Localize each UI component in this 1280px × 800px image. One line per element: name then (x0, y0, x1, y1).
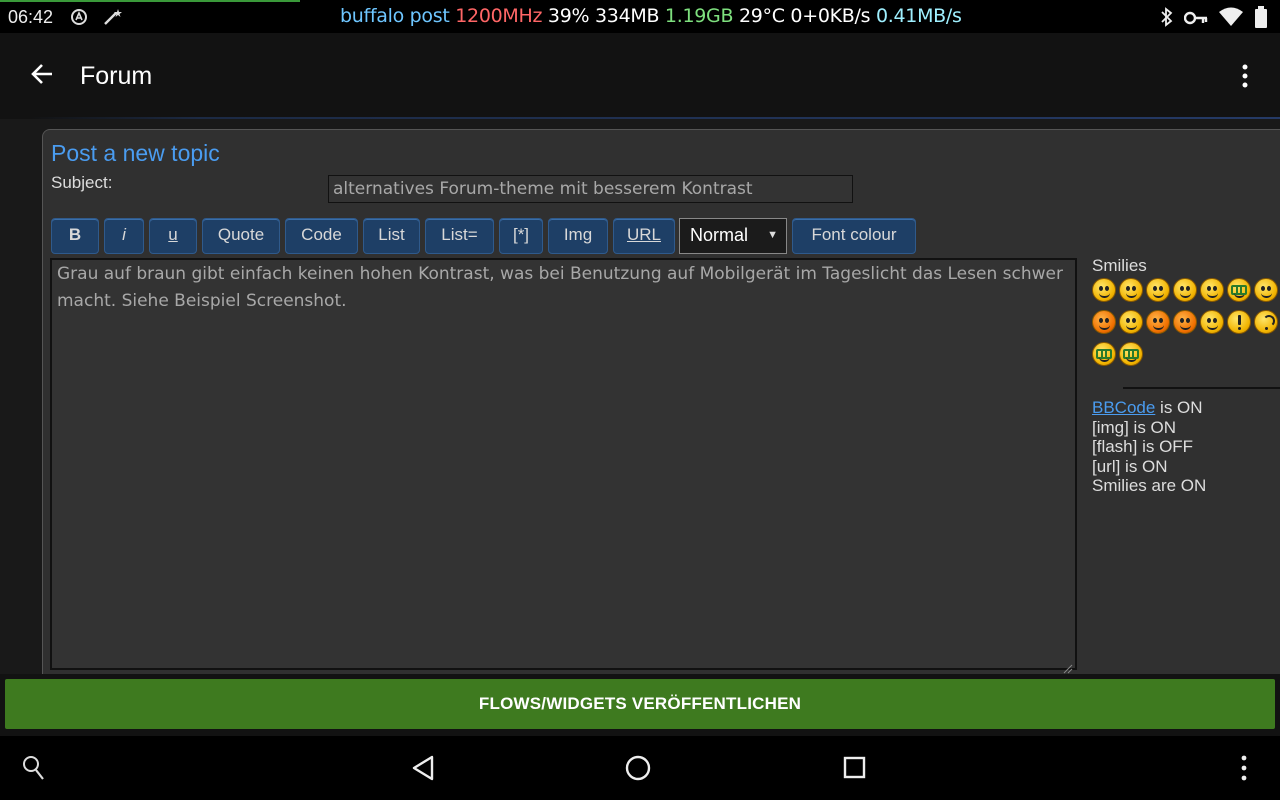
smiley-icon[interactable] (1173, 310, 1197, 334)
smilies-status: Smilies are ON (1092, 476, 1207, 495)
status-system-stats: buffalo post 1200MHz 39% 334MB 1.19GB 29… (340, 5, 962, 27)
forum-webview: Post a new topic Subject: alternatives F… (0, 119, 1280, 674)
smiley-icon[interactable] (1119, 342, 1143, 366)
battery-icon (1254, 6, 1268, 33)
search-icon[interactable] (22, 754, 46, 787)
italic-button[interactable]: i (104, 218, 144, 254)
more-vertical-icon[interactable] (1239, 754, 1249, 787)
smiley-icon[interactable] (1200, 310, 1224, 334)
list-button[interactable]: List (363, 218, 420, 254)
page-title: Forum (80, 62, 153, 90)
img-status: [img] is ON (1092, 417, 1177, 437)
status-stat: 1200MHz (449, 5, 543, 27)
status-progress-line (0, 0, 300, 2)
status-stat: 0.41MB/s (870, 5, 962, 27)
smiley-icon[interactable] (1146, 278, 1170, 302)
smiley-icon[interactable] (1227, 310, 1251, 334)
post-form-panel: Post a new topic Subject: alternatives F… (42, 129, 1280, 674)
smiley-icon[interactable] (1119, 278, 1143, 302)
resize-handle-icon[interactable] (1063, 656, 1073, 674)
wifi-icon (1218, 7, 1244, 32)
status-stat: 29°C (733, 5, 785, 27)
subject-label: Subject: (51, 173, 113, 192)
bluetooth-icon (1160, 7, 1174, 32)
app-bar: Forum (0, 33, 1280, 119)
flash-status: [flash] is OFF (1092, 437, 1194, 456)
navigation-bar (0, 736, 1280, 800)
url-status: [url] is ON (1092, 456, 1168, 476)
smiley-icon[interactable] (1092, 310, 1116, 334)
publish-button[interactable]: FLOWS/WIDGETS VERÖFFENTLICHEN (5, 679, 1275, 729)
chevron-down-icon: ▼ (767, 229, 778, 241)
list-item-button[interactable]: [*] (499, 218, 543, 254)
status-right-icons (1160, 6, 1268, 33)
magic-wand-icon (102, 8, 124, 30)
action-bar: FLOWS/WIDGETS VERÖFFENTLICHEN (0, 674, 1280, 736)
message-text: Grau auf braun gibt einfach keinen hohen… (57, 264, 1063, 311)
img-button[interactable]: Img (548, 218, 608, 254)
status-stat: 1.19GB (659, 5, 734, 27)
smiley-icon[interactable] (1200, 278, 1224, 302)
ordered-list-button[interactable]: List= (425, 218, 494, 254)
smilies-label: Smilies (1092, 256, 1147, 275)
home-circle-icon[interactable] (624, 754, 652, 787)
font-size-select[interactable]: Normal ▼ (679, 218, 787, 254)
status-stat: 334MB (589, 5, 660, 27)
status-bar: 06:42 buffalo post 1200MHz 39% 334MB 1.1… (0, 0, 1280, 33)
back-triangle-icon[interactable] (410, 754, 436, 787)
font-colour-button[interactable]: Font colour (792, 218, 916, 254)
smiley-icon[interactable] (1119, 310, 1143, 334)
url-button[interactable]: URL (613, 218, 675, 254)
app-notification-icon (70, 8, 90, 30)
bbcode-info: BBCode is ON [img] is ON [flash] is OFF … (1092, 398, 1206, 496)
smiley-icon[interactable] (1254, 310, 1278, 334)
status-stat: 0+0KB/s (784, 5, 871, 27)
bold-button[interactable]: B (51, 218, 99, 254)
status-stat: 39% (542, 5, 590, 27)
quote-button[interactable]: Quote (202, 218, 280, 254)
smiley-icon[interactable] (1227, 278, 1251, 302)
smiley-icon[interactable] (1254, 278, 1278, 302)
arrow-left-icon[interactable] (28, 59, 58, 89)
bbcode-link[interactable]: BBCode (1092, 398, 1155, 417)
smiley-icon[interactable] (1092, 278, 1116, 302)
subject-input[interactable]: alternatives Forum-theme mit besserem Ko… (328, 175, 853, 203)
smiley-icon[interactable] (1146, 310, 1170, 334)
status-time: 06:42 (8, 7, 54, 27)
status-stat: buffalo post (340, 5, 450, 27)
message-textarea[interactable]: Grau auf braun gibt einfach keinen hohen… (50, 258, 1077, 674)
sidebar-divider (1123, 387, 1280, 389)
underline-button[interactable]: u (149, 218, 197, 254)
font-size-value: Normal (690, 225, 749, 245)
recents-square-icon[interactable] (842, 754, 868, 787)
smiley-icon[interactable] (1173, 278, 1197, 302)
post-form-heading: Post a new topic (51, 140, 220, 166)
bbcode-status: BBCode is ON (1092, 398, 1203, 417)
key-icon (1183, 9, 1208, 30)
more-vertical-icon[interactable] (1240, 63, 1250, 89)
smiley-icon[interactable] (1092, 342, 1116, 366)
code-button[interactable]: Code (285, 218, 358, 254)
